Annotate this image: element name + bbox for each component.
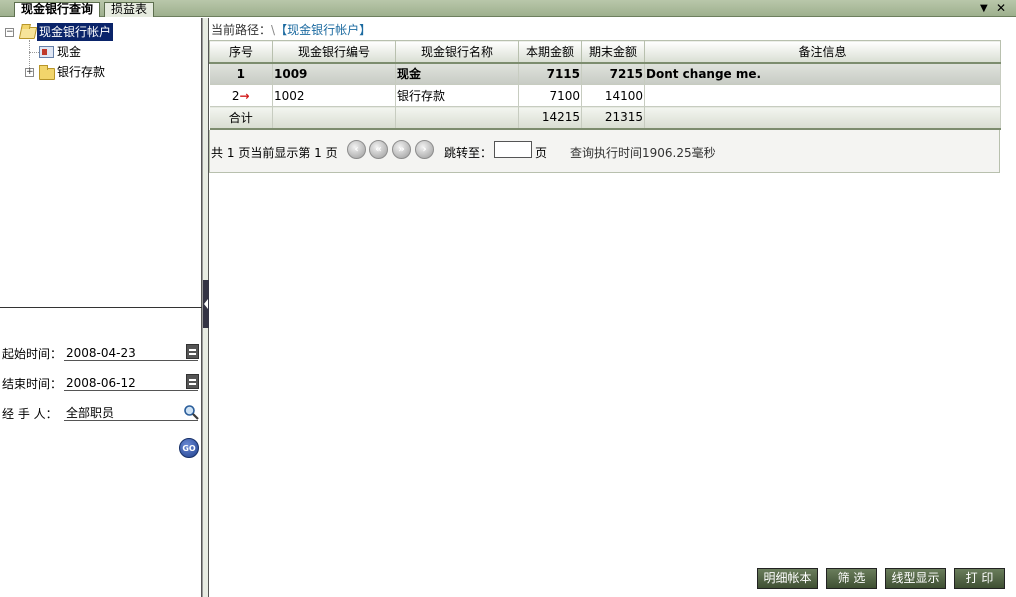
prev-page-icon[interactable]: « bbox=[369, 140, 388, 159]
next-page-icon[interactable]: » bbox=[392, 140, 411, 159]
cell-seq: 2→ bbox=[209, 84, 273, 107]
tree-node-bank-deposit-label: 银行存款 bbox=[57, 65, 106, 79]
cell-ending: 14100 bbox=[581, 84, 645, 107]
pager-total: 共 1 页当前显示第 1 页 bbox=[211, 144, 338, 161]
end-date-input[interactable] bbox=[64, 371, 198, 391]
filter-button[interactable]: 筛 选 bbox=[826, 568, 877, 589]
table-row[interactable]: 1 1009 现金 7115 7215 Dont change me. bbox=[209, 62, 1001, 85]
tab-profit-loss[interactable]: 损益表 bbox=[104, 2, 155, 17]
cell-ending: 7215 bbox=[581, 62, 645, 85]
first-page-icon[interactable]: ‹ bbox=[347, 140, 366, 159]
start-date-input[interactable] bbox=[64, 341, 198, 361]
cell-seq: 1 bbox=[209, 62, 273, 85]
tree-connector bbox=[29, 52, 39, 53]
handler-input[interactable] bbox=[64, 401, 198, 421]
line-chart-button[interactable]: 线型显示 bbox=[885, 568, 946, 589]
search-icon[interactable] bbox=[183, 404, 199, 420]
cell-name: 现金 bbox=[395, 62, 519, 85]
current-row-arrow-icon: → bbox=[239, 88, 250, 103]
tab-cash-bank-query[interactable]: 现金银行查询 bbox=[14, 2, 101, 17]
pager-total-pages: 1 bbox=[226, 146, 235, 160]
pager-page-unit: 页 bbox=[325, 146, 338, 160]
close-icon[interactable]: ✕ bbox=[996, 1, 1006, 16]
total-ending: 21315 bbox=[581, 106, 645, 130]
total-current: 14215 bbox=[518, 106, 582, 130]
column-header-ending[interactable]: 期末金额 bbox=[581, 40, 645, 64]
table-row[interactable]: 2→ 1002 银行存款 7100 14100 bbox=[209, 84, 1001, 107]
pager-total-prefix: 共 bbox=[211, 146, 224, 160]
pane-splitter[interactable] bbox=[202, 18, 209, 597]
total-empty bbox=[272, 106, 396, 130]
folder-icon bbox=[39, 65, 55, 80]
tab-menu-icon[interactable]: ▼ bbox=[980, 1, 988, 16]
table-total-row: 合计 14215 21315 bbox=[209, 106, 1001, 130]
total-empty bbox=[395, 106, 519, 130]
tree-collapse-icon[interactable]: − bbox=[5, 28, 14, 37]
total-label: 合计 bbox=[209, 106, 273, 130]
start-date-row: 起始时间： bbox=[2, 341, 199, 361]
open-folder-icon bbox=[18, 27, 38, 39]
left-divider bbox=[0, 307, 202, 308]
right-pane: 当前路径：\【现金银行帐户】 序号 现金银行编号 现金银行名称 本期金额 期末金… bbox=[209, 18, 1016, 597]
cell-current: 7115 bbox=[518, 62, 582, 85]
handler-row: 经 手 人： bbox=[2, 401, 199, 421]
tree-node-cash-label: 现金 bbox=[57, 45, 82, 59]
tree-node-root-label: 现金银行帐户 bbox=[37, 23, 114, 41]
cell-name: 银行存款 bbox=[395, 84, 519, 107]
pager-page-unit: 页 bbox=[238, 146, 251, 160]
account-table: 序号 现金银行编号 现金银行名称 本期金额 期末金额 备注信息 1 1009 现… bbox=[209, 40, 1001, 130]
column-header-current[interactable]: 本期金额 bbox=[518, 40, 582, 64]
start-date-dropdown-icon[interactable] bbox=[186, 344, 199, 359]
pager: 共 1 页当前显示第 1 页 ‹ « » › 跳转至： 页 查询执行时间1906… bbox=[209, 130, 1000, 173]
go-button[interactable]: GO bbox=[179, 438, 199, 458]
end-date-row: 结束时间： bbox=[2, 371, 199, 391]
end-date-dropdown-icon[interactable] bbox=[186, 374, 199, 389]
cell-current: 7100 bbox=[518, 84, 582, 107]
cell-note bbox=[644, 84, 1001, 107]
start-date-label: 起始时间： bbox=[2, 347, 63, 361]
breadcrumb-path[interactable]: 【现金银行帐户】 bbox=[275, 23, 371, 37]
end-date-label: 结束时间： bbox=[2, 377, 63, 391]
breadcrumb-prefix: 当前路径： bbox=[211, 23, 272, 37]
jump-unit: 页 bbox=[535, 146, 548, 160]
cell-seq-text: 2 bbox=[231, 88, 240, 103]
last-page-icon[interactable]: › bbox=[415, 140, 434, 159]
tree-expand-icon[interactable]: + bbox=[25, 68, 34, 77]
print-button[interactable]: 打 印 bbox=[954, 568, 1005, 589]
handler-label: 经 手 人： bbox=[2, 407, 58, 421]
tab-bar: 现金银行查询 损益表 ▼ ✕ bbox=[0, 0, 1016, 17]
jump-page-input[interactable] bbox=[494, 141, 532, 158]
account-tree: − 现金银行帐户 现金 + 银行存款 bbox=[0, 18, 202, 307]
pager-current-text: 当前显示第 bbox=[250, 146, 311, 160]
left-pane: − 现金银行帐户 现金 + 银行存款 起始时间： 结束时间： 经 手 人： bbox=[0, 18, 202, 597]
jump-label: 跳转至： bbox=[444, 146, 493, 160]
column-header-code[interactable]: 现金银行编号 bbox=[272, 40, 396, 64]
column-header-note[interactable]: 备注信息 bbox=[644, 40, 1001, 64]
total-empty bbox=[644, 106, 1001, 130]
column-header-seq[interactable]: 序号 bbox=[209, 40, 273, 64]
cash-icon bbox=[39, 46, 54, 58]
query-time: 查询执行时间1906.25毫秒 bbox=[570, 146, 716, 160]
table-header-row: 序号 现金银行编号 现金银行名称 本期金额 期末金额 备注信息 bbox=[209, 40, 1001, 64]
cell-code: 1009 bbox=[272, 62, 396, 85]
cell-code: 1002 bbox=[272, 84, 396, 107]
breadcrumb: 当前路径：\【现金银行帐户】 bbox=[211, 21, 371, 38]
column-header-name[interactable]: 现金银行名称 bbox=[395, 40, 519, 64]
cell-note: Dont change me. bbox=[644, 62, 1001, 85]
detail-ledger-button[interactable]: 明细帐本 bbox=[757, 568, 818, 589]
pager-current-page: 1 bbox=[314, 146, 322, 160]
